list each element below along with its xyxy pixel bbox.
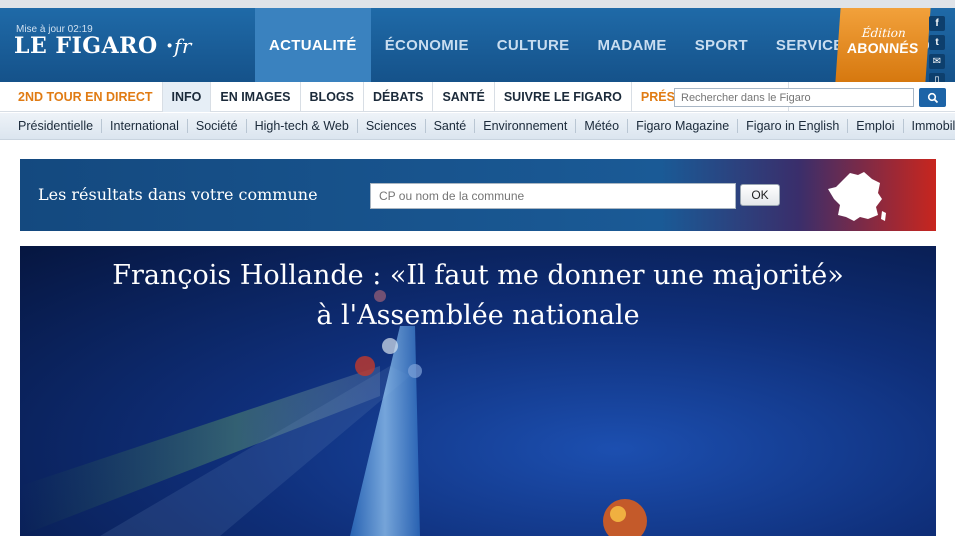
subnav-item[interactable]: DÉBATS [364, 81, 434, 112]
commune-label: Les résultats dans votre commune [38, 185, 318, 204]
facebook-icon[interactable]: f [929, 16, 945, 31]
subnav-item[interactable]: BLOGS [301, 81, 364, 112]
france-map-icon [828, 172, 886, 221]
section-nav-item[interactable]: Santé [426, 119, 476, 133]
commune-results-banner: Les résultats dans votre commune OK [20, 159, 936, 231]
social-links: f t ✉ ▯ [929, 16, 947, 88]
section-nav-item[interactable]: Environnement [475, 119, 577, 133]
abonnes-line1: Édition [861, 26, 907, 40]
logo-suffix: fr [173, 34, 192, 58]
main-nav-item[interactable]: ACTUALITÉ [255, 8, 371, 82]
section-nav-item[interactable]: Immobilier [904, 119, 955, 133]
section-nav-item[interactable]: Figaro in English [738, 119, 849, 133]
section-navigation: Présidentielle International Société High-t… [0, 113, 955, 140]
section-nav-item[interactable]: Présidentielle [10, 119, 103, 133]
email-icon[interactable]: ✉ [929, 54, 945, 69]
section-nav-item[interactable]: International [102, 119, 188, 133]
hero-article[interactable]: François Hollande : «Il faut me donner u… [20, 246, 936, 536]
section-nav-item[interactable]: Emploi [848, 119, 904, 133]
abonnes-line2: ABONNÉS [846, 40, 920, 56]
main-nav-item[interactable]: MADAME [583, 8, 680, 82]
search-input[interactable] [674, 88, 914, 107]
main-nav-item[interactable]: SPORT [681, 8, 762, 82]
subnav-item[interactable]: SUIVRE LE FIGARO [495, 81, 632, 112]
section-nav-item[interactable]: Figaro Magazine [628, 119, 739, 133]
search-icon [927, 92, 938, 103]
abonnes-button[interactable]: Édition ABONNÉS [835, 8, 931, 82]
headline-line-2: à l'Assemblée nationale [316, 300, 640, 331]
section-nav-item[interactable]: Sciences [358, 119, 426, 133]
logo-dot: · [165, 33, 174, 59]
search-button[interactable] [919, 88, 946, 107]
logo-text: LE FIGARO [14, 33, 158, 59]
ok-button[interactable]: OK [740, 184, 780, 206]
subnav-item[interactable]: SANTÉ [433, 81, 495, 112]
section-nav-item[interactable]: Météo [576, 119, 629, 133]
section-nav-item[interactable]: High-tech & Web [247, 119, 358, 133]
hero-headline[interactable]: François Hollande : «Il faut me donner u… [20, 256, 936, 336]
section-nav-item[interactable]: Société [188, 119, 247, 133]
subnav-item[interactable]: 2ND TOUR EN DIRECT [0, 81, 163, 112]
main-nav-item[interactable]: CULTURE [483, 8, 584, 82]
site-header: Mise à jour 02:19 LE FIGARO ·fr ACTUALIT… [0, 0, 955, 88]
main-nav-item[interactable]: ÉCONOMIE [371, 8, 483, 82]
subnav-item[interactable]: EN IMAGES [211, 81, 301, 112]
headline-line-1: François Hollande : «Il faut me donner u… [112, 260, 844, 291]
subnav-item[interactable]: INFO [162, 81, 212, 112]
commune-input[interactable] [370, 183, 736, 209]
twitter-icon[interactable]: t [929, 35, 945, 50]
site-logo[interactable]: LE FIGARO ·fr [14, 33, 192, 59]
